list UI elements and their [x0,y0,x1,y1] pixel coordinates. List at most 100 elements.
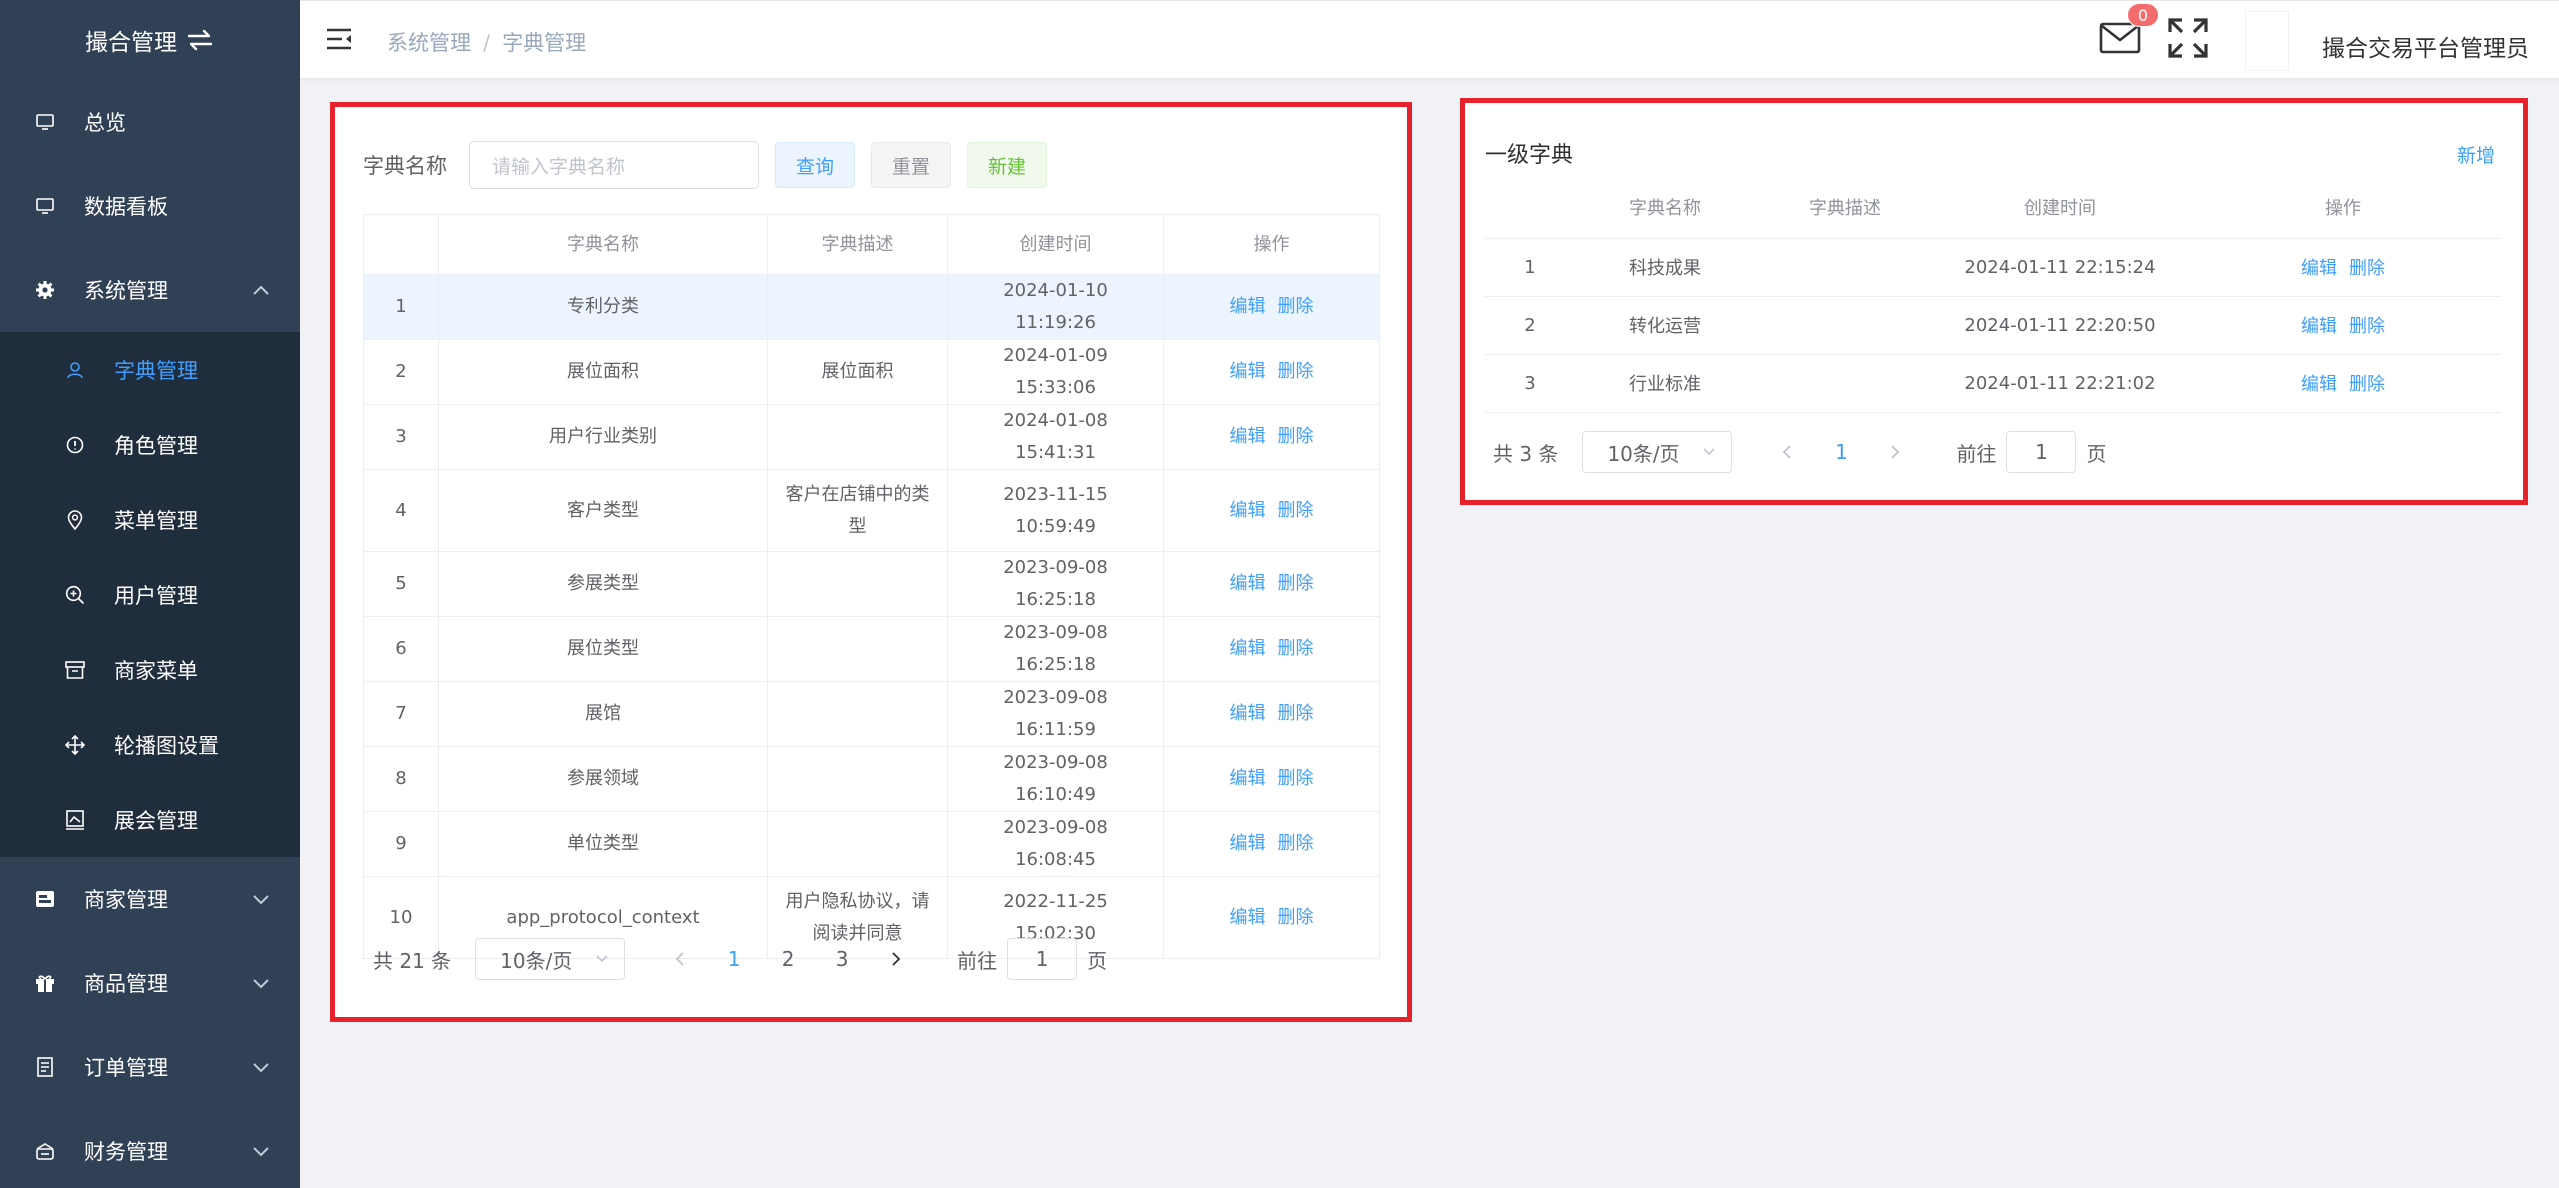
cell-index: 6 [363,616,439,682]
add-button[interactable]: 新增 [2457,141,2495,168]
edit-link[interactable]: 编辑 [2301,316,2337,337]
chevron-down-icon [596,955,608,963]
prev-page-button[interactable] [665,951,695,967]
sidebar: 撮合管理 总览 数据看板 系统管理 字典管理 角色管理 菜单管理 用户管理 商家… [0,0,300,1188]
breadcrumb-item-system[interactable]: 系统管理 [387,31,471,55]
cell-index: 3 [363,404,439,470]
table-row[interactable]: 1 专利分类 2024-01-10 11:19:26 编辑 删除 [363,274,1380,340]
column-header: 操作 [2185,176,2501,239]
page-number[interactable]: 2 [773,947,803,971]
sidebar-item-users[interactable]: 用户管理 [0,557,300,632]
page-size-select[interactable]: 10条/页 [475,938,626,980]
dictionary-name-input[interactable]: 请输入字典名称 [469,141,759,189]
edit-link[interactable]: 编辑 [1230,768,1266,789]
delete-link[interactable]: 删除 [1278,833,1314,854]
avatar[interactable] [2245,11,2289,71]
page-number[interactable]: 1 [719,947,749,971]
new-button[interactable]: 新建 [967,142,1048,188]
next-page-button[interactable] [1880,444,1910,460]
menu-item-merchants[interactable]: 商家管理 [0,857,300,941]
table-row[interactable]: 1 科技成果 2024-01-11 22:15:24 编辑 删除 [1485,238,2501,297]
delete-link[interactable]: 删除 [1278,703,1314,724]
prev-page-button[interactable] [1772,444,1802,460]
menu-item-finance[interactable]: 财务管理 [0,1109,300,1188]
delete-link[interactable]: 删除 [1278,426,1314,447]
table-row[interactable]: 9 单位类型 2023-09-08 16:08:45 编辑 删除 [363,811,1380,877]
sidebar-item-merchant-menu[interactable]: 商家菜单 [0,632,300,707]
cell-time: 2024-01-08 15:41:31 [947,404,1164,470]
cell-desc [767,274,948,340]
sidebar-item-label: 商家菜单 [114,658,198,683]
delete-link[interactable]: 删除 [1278,768,1314,789]
goto-page-input[interactable]: 1 [1007,938,1078,980]
messages-button[interactable]: 0 [2099,3,2159,55]
delete-link[interactable]: 删除 [1278,296,1314,317]
sidebar-title[interactable]: 撮合管理 [0,0,300,80]
delete-link[interactable]: 删除 [2349,374,2385,395]
menu-item-dashboard[interactable]: 数据看板 [0,164,300,248]
delete-link[interactable]: 删除 [2349,258,2385,279]
edit-link[interactable]: 编辑 [2301,258,2337,279]
reset-button[interactable]: 重置 [871,142,952,188]
menu-item-orders[interactable]: 订单管理 [0,1025,300,1109]
edit-link[interactable]: 编辑 [1230,833,1266,854]
edit-link[interactable]: 编辑 [1230,573,1266,594]
info-icon [64,434,86,456]
table-row[interactable]: 7 展馆 2023-09-08 16:11:59 编辑 删除 [363,681,1380,747]
hamburger-icon[interactable] [326,27,352,51]
edit-link[interactable]: 编辑 [1230,703,1266,724]
query-button[interactable]: 查询 [775,142,856,188]
table-row[interactable]: 2 转化运营 2024-01-11 22:20:50 编辑 删除 [1485,296,2501,355]
page-size-select[interactable]: 10条/页 [1582,431,1733,473]
table-row[interactable]: 5 参展类型 2023-09-08 16:25:18 编辑 删除 [363,551,1380,617]
menu-item-overview[interactable]: 总览 [0,80,300,164]
table-row[interactable]: 4 客户类型 客户在店铺中的类型 2023-11-15 10:59:49 编辑删… [363,469,1380,552]
sidebar-item-roles[interactable]: 角色管理 [0,407,300,482]
page-number[interactable]: 1 [1826,440,1856,464]
fullscreen-icon[interactable] [2167,17,2209,59]
goto-prefix: 前往 [957,948,998,973]
next-page-button[interactable] [881,951,911,967]
edit-link[interactable]: 编辑 [1230,638,1266,659]
table-row[interactable]: 3 行业标准 2024-01-11 22:21:02 编辑 删除 [1485,354,2501,413]
edit-link[interactable]: 编辑 [1230,426,1266,447]
cell-name: 行业标准 [1575,354,1755,413]
menu-item-system[interactable]: 系统管理 [0,248,300,332]
input-placeholder: 请输入字典名称 [492,155,626,178]
swap-icon[interactable] [185,27,215,53]
cell-index: 3 [1485,354,1575,413]
table-row[interactable]: 6 展位类型 2023-09-08 16:25:18 编辑 删除 [363,616,1380,682]
delete-link[interactable]: 删除 [1278,500,1314,521]
cell-time: 2023-09-08 16:10:49 [947,746,1164,812]
table-row[interactable]: 3 用户行业类别 2024-01-08 15:41:31 编辑 删除 [363,404,1380,470]
sidebar-item-dictionary[interactable]: 字典管理 [0,332,300,407]
sidebar-item-carousel[interactable]: 轮播图设置 [0,707,300,782]
cell-index: 1 [1485,238,1575,297]
cell-desc [767,681,948,747]
delete-link[interactable]: 删除 [2349,316,2385,337]
admin-name[interactable]: 撮合交易平台管理员 [2322,29,2529,63]
delete-link[interactable]: 删除 [1278,573,1314,594]
goto-page: 前往 1 页 [1956,431,2106,473]
delete-link[interactable]: 删除 [1278,361,1314,382]
menu-item-products[interactable]: 商品管理 [0,941,300,1025]
message-badge: 0 [2127,3,2159,27]
edit-link[interactable]: 编辑 [1230,361,1266,382]
primary-dictionary-table: 字典名称 字典描述 创建时间 操作 1 科技成果 2024-01-11 22:1… [1485,176,2501,413]
page-number[interactable]: 3 [827,947,857,971]
delete-link[interactable]: 删除 [1278,638,1314,659]
edit-link[interactable]: 编辑 [1230,500,1266,521]
delete-link[interactable]: 删除 [1278,907,1314,928]
cell-desc [1755,238,1935,297]
table-row[interactable]: 8 参展领域 2023-09-08 16:10:49 编辑 删除 [363,746,1380,812]
sidebar-item-menus[interactable]: 菜单管理 [0,482,300,557]
table-row[interactable]: 2 展位面积 展位面积 2024-01-09 15:33:06 编辑 删除 [363,339,1380,405]
edit-link[interactable]: 编辑 [1230,296,1266,317]
edit-link[interactable]: 编辑 [2301,374,2337,395]
edit-link[interactable]: 编辑 [1230,907,1266,928]
sidebar-item-label: 轮播图设置 [114,733,219,758]
sidebar-item-exhibition[interactable]: 展会管理 [0,782,300,857]
cell-index: 2 [1485,296,1575,355]
box-icon [64,659,86,681]
goto-page-input[interactable]: 1 [2006,431,2077,473]
